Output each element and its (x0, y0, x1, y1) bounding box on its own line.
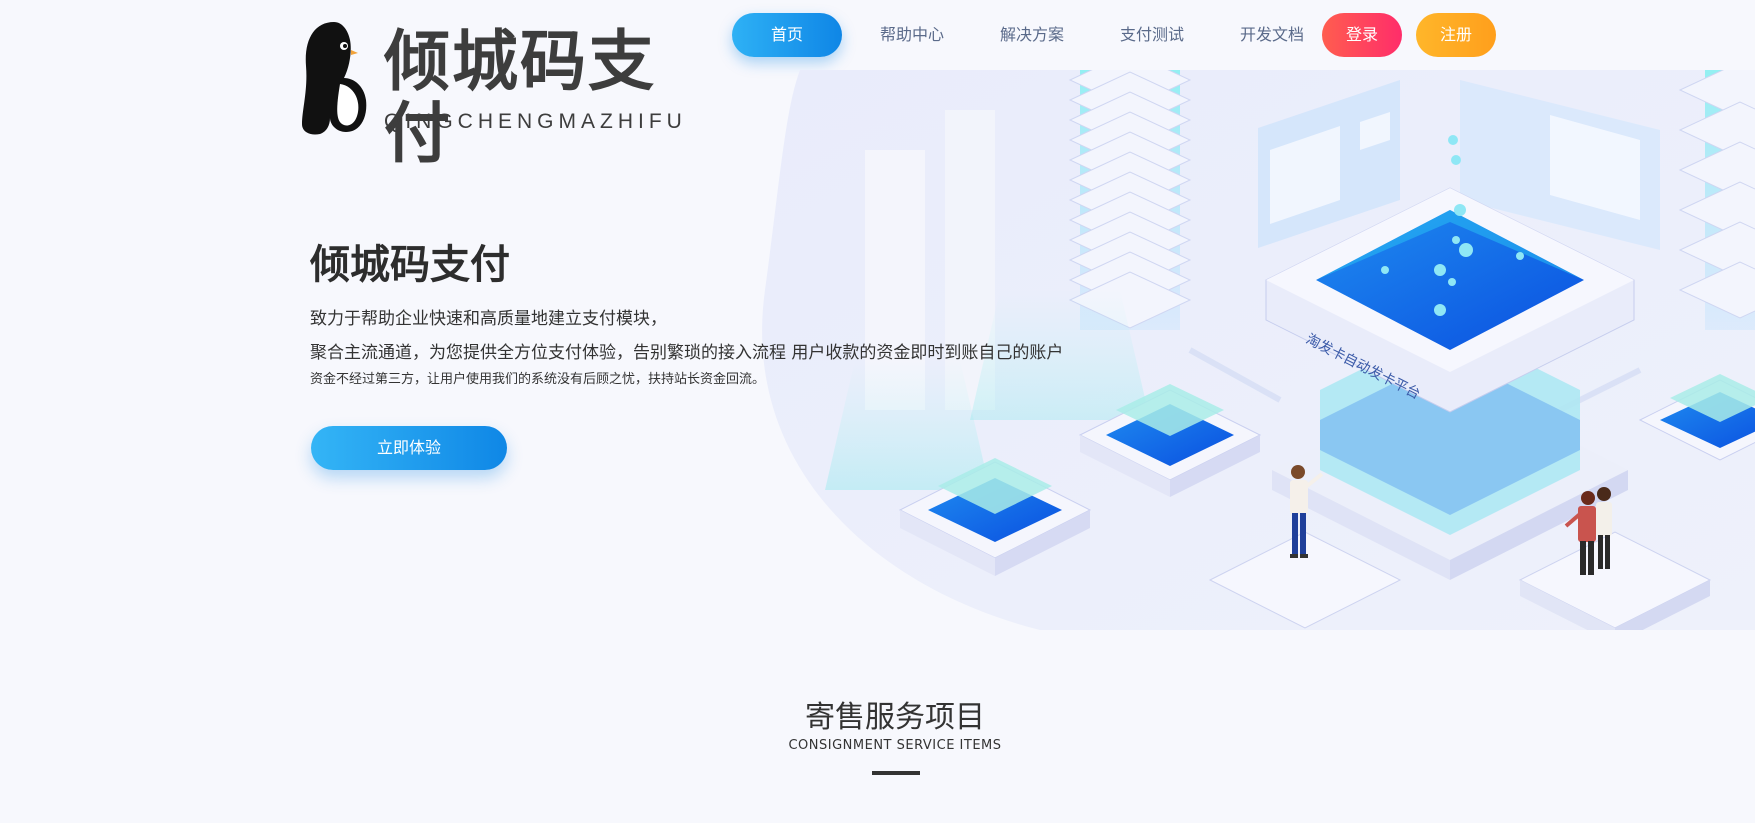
nav-solutions[interactable]: 解决方案 (990, 13, 1074, 57)
section-subtitle: CONSIGNMENT SERVICE ITEMS (788, 738, 1002, 753)
try-now-button[interactable]: 立即体验 (311, 426, 507, 470)
logo-subtitle: QINGCHENGMAZHIFU (384, 110, 687, 133)
nav-help-center[interactable]: 帮助中心 (870, 13, 954, 57)
site-logo[interactable]: 倾城码支付 QINGCHENGMAZHIFU (300, 20, 682, 170)
logo-title: 倾城码支付 (384, 23, 656, 172)
hero-description-3: 资金不经过第三方，让用户使用我们的系统没有后顾之忧，扶持站长资金回流。 (310, 372, 766, 387)
hero-description-1: 致力于帮助企业快速和高质量地建立支付模块， (310, 309, 667, 329)
section-title: 寄售服务项目 (805, 700, 985, 735)
register-button[interactable]: 注册 (1416, 13, 1496, 57)
penguin-logo-icon (302, 22, 367, 135)
nav-dev-docs[interactable]: 开发文档 (1230, 13, 1314, 57)
nav-payment-test[interactable]: 支付测试 (1110, 13, 1194, 57)
nav-home[interactable]: 首页 (732, 13, 842, 57)
section-divider (872, 771, 920, 775)
hero-description-2: 聚合主流通道，为您提供全方位支付体验，告别繁琐的接入流程 用户收款的资金即时到账… (310, 343, 1064, 363)
hero-title: 倾城码支付 (310, 242, 510, 288)
login-button[interactable]: 登录 (1322, 13, 1402, 57)
